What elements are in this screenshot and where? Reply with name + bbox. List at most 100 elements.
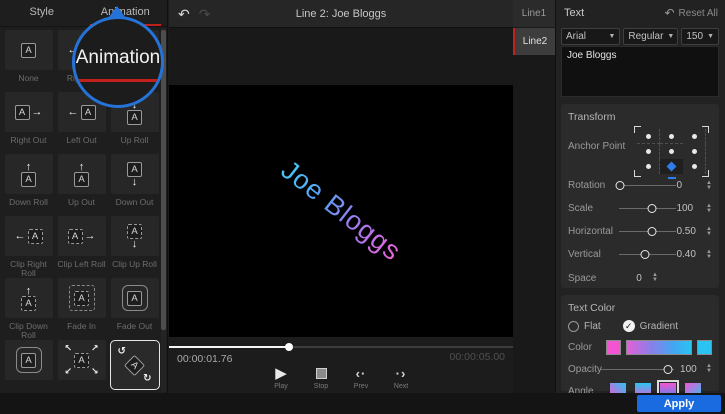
timeline-playhead[interactable] [285,343,293,351]
rotation-slider[interactable] [619,185,676,186]
text-color-title: Text Color [568,302,712,314]
stop-icon [316,368,327,379]
opacity-slider[interactable] [601,369,674,370]
time-current: 00:00:01.76 [177,353,232,365]
anchor-mid-center[interactable] [660,144,683,159]
next-icon: ·› [396,366,407,381]
preset-down-out[interactable]: A Down Out [108,154,161,216]
vertical-row: Vertical 0.40 ▲▼ [568,243,712,266]
bracket-icon [634,170,641,177]
timeline-track[interactable] [169,346,513,348]
preset-fade-out[interactable]: A Fade Out [108,278,161,340]
slider-knob[interactable] [664,365,673,374]
font-family-select[interactable]: Arial ▼ [561,28,620,45]
gradient-start-swatch[interactable] [606,340,621,355]
vertical-stepper[interactable]: ▲▼ [706,250,712,260]
preset-clip-left-roll[interactable]: A Clip Left Roll [55,216,108,278]
rotate-icon: A [110,340,160,390]
magnifier-underline [75,79,161,82]
timeline: 00:00:01.76 00:00:05.00 ▶ Play Stop ‹· P… [169,337,513,393]
color-mode-row: Flat ✓ Gradient [568,320,712,332]
preset-clip-down-roll[interactable]: A Clip Down Roll [2,278,55,340]
preview-header: ↶ ↷ Line 2: Joe Bloggs [169,0,513,28]
preset-down-roll[interactable]: A Down Roll [2,154,55,216]
fade-in-icon: A [58,278,106,318]
scale-slider[interactable] [619,208,676,209]
scale-stepper[interactable]: ▲▼ [706,204,712,214]
scale-row: Scale 100 ▲▼ [568,197,712,220]
clip-down-roll-icon: A [5,278,53,318]
gradient-end-swatch[interactable] [697,340,712,355]
slider-knob[interactable] [640,250,649,259]
preset-clip-right-roll[interactable]: A Clip Right Roll [2,216,55,278]
row6-1-icon: A [5,340,53,380]
horizontal-slider[interactable] [619,231,676,232]
slider-knob[interactable] [648,204,657,213]
scale-value: 100 [676,203,704,214]
rotation-stepper[interactable]: ▲▼ [706,181,712,191]
font-size-select[interactable]: 150 ▼ [681,28,719,45]
chevron-down-icon: ▼ [604,33,615,40]
play-icon: ▶ [275,364,287,382]
text-content-input[interactable] [561,46,719,97]
reset-icon: ↶ [664,6,674,20]
anchor-mid-left[interactable] [637,144,660,159]
down-out-icon: A [111,154,159,194]
space-value: 0 [628,273,650,284]
preset-none[interactable]: A None [2,30,55,92]
down-roll-icon: A [5,154,53,194]
bracket-icon [634,126,641,133]
gradient-color-row: Color [568,339,712,356]
flat-radio[interactable]: Flat [568,321,601,332]
left-panel-scrollbar[interactable] [161,28,166,392]
line-item-2[interactable]: Line2 [513,28,555,55]
slider-knob[interactable] [647,227,656,236]
text-panel-header: Text ↶ Reset All [556,0,725,20]
gradient-radio[interactable]: ✓ Gradient [623,320,678,332]
magnifier-label: Animation [75,47,161,69]
gradient-preview-bar[interactable] [626,340,692,355]
prev-icon: ‹· [356,366,367,381]
vertical-slider[interactable] [619,254,676,255]
preset-clip-up-roll[interactable]: A Clip Up Roll [108,216,161,278]
anchor-point-grid[interactable] [637,129,706,174]
bracket-icon [702,170,709,177]
horizontal-stepper[interactable]: ▲▼ [706,227,712,237]
magnifier-callout: Animation [72,16,164,108]
video-canvas[interactable]: Joe Bloggs [169,85,513,337]
stop-button[interactable]: Stop [309,365,333,390]
anchor-top-center[interactable] [660,129,683,144]
apply-button[interactable]: Apply [637,395,721,412]
zoom-expand-icon: A [58,340,106,380]
clip-up-roll-icon: A [111,216,159,256]
anchor-mid-right[interactable] [683,144,706,159]
slider-knob[interactable] [616,181,625,190]
time-total: 00:00:05.00 [450,351,505,363]
reset-all-button[interactable]: ↶ Reset All [664,6,718,20]
canvas-text[interactable]: Joe Bloggs [275,155,407,268]
next-button[interactable]: ·› Next [389,365,413,390]
space-stepper[interactable]: ▲▼ [652,273,658,283]
space-row: Space 0 ▲▼ [568,268,712,288]
rotation-value: 0 [676,180,704,191]
font-style-select[interactable]: Regular ▼ [623,28,678,45]
opacity-value: 100 [680,364,704,375]
preview-area: ↶ ↷ Line 2: Joe Bloggs Joe Bloggs 00:00:… [169,0,513,393]
font-controls: Arial ▼ Regular ▼ 150 ▼ [556,20,725,45]
opacity-stepper[interactable]: ▲▼ [706,364,712,374]
transform-title: Transform [568,111,712,123]
preset-right-out[interactable]: A Right Out [2,92,55,154]
right-out-icon: A [5,92,53,132]
anchor-bottom-center-selected[interactable] [660,159,683,174]
timeline-progress [169,346,289,348]
preset-up-out[interactable]: A Up Out [55,154,108,216]
line-item-1[interactable]: Line1 [513,0,555,27]
preset-fade-in[interactable]: A Fade In [55,278,108,340]
bracket-icon [702,126,709,133]
tab-style[interactable]: Style [0,0,84,27]
anchor-selected-tick [668,177,676,179]
prev-button[interactable]: ‹· Prev [349,365,373,390]
rotation-row: Rotation 0 ▲▼ [568,174,712,197]
play-button[interactable]: ▶ Play [269,365,293,390]
chevron-down-icon: ▼ [703,33,714,40]
